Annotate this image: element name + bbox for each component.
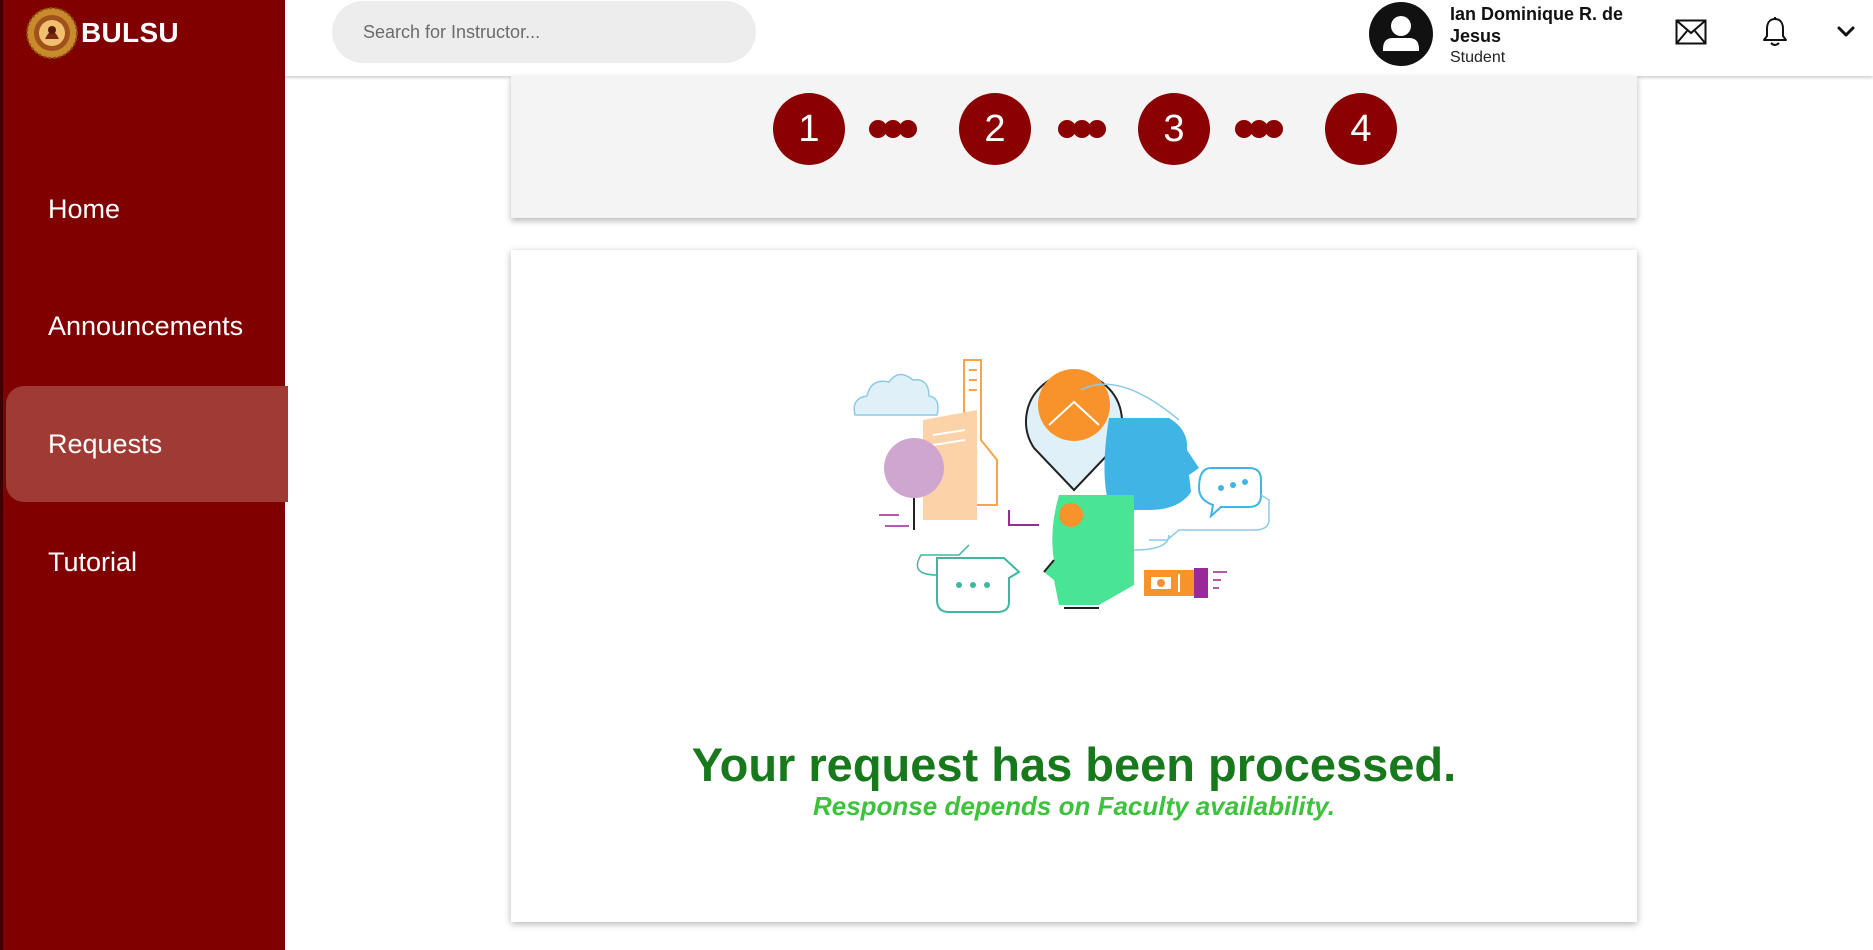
bulsu-logo-icon — [26, 7, 78, 59]
step-connector-dots — [1058, 120, 1106, 138]
step-3: 3 — [1138, 93, 1210, 165]
step-connector-dots — [869, 120, 917, 138]
result-subtitle: Response depends on Faculty availability… — [812, 791, 1336, 821]
step-1: 1 — [773, 93, 845, 165]
user-icon — [1383, 16, 1419, 51]
user-role: Student — [1450, 49, 1506, 66]
mail-icon[interactable] — [1671, 12, 1711, 52]
sidebar-item-label: Requests — [48, 428, 163, 459]
step-2: 2 — [959, 93, 1031, 165]
brand[interactable]: BULSU — [25, 5, 179, 61]
search-input[interactable] — [332, 1, 756, 63]
sidebar-item-home[interactable]: Home — [6, 151, 288, 267]
top-header: Ian Dominique R. de Jesus Student — [285, 0, 1873, 76]
sidebar-item-tutorial[interactable]: Tutorial — [6, 504, 288, 620]
step-4: 4 — [1325, 93, 1397, 165]
result-title: Your request has been processed. — [691, 738, 1457, 791]
user-name: Ian Dominique R. de Jesus — [1450, 4, 1624, 46]
step-connector-dots — [1235, 120, 1283, 138]
sidebar-item-label: Tutorial — [48, 546, 138, 577]
sidebar: BULSU Home Announcements Requests Tutori… — [0, 0, 288, 950]
brand-name: BULSU — [81, 17, 179, 48]
sidebar-item-requests[interactable]: Requests — [6, 386, 288, 502]
steps-panel: 1 2 3 4 — [511, 76, 1637, 218]
chevron-down-icon[interactable] — [1826, 12, 1866, 52]
bell-icon[interactable] — [1755, 12, 1795, 52]
request-result-card: Your request has been processed. Respons… — [511, 250, 1637, 922]
sidebar-item-announcements[interactable]: Announcements — [6, 268, 288, 384]
avatar[interactable] — [1369, 2, 1433, 66]
sidebar-item-label: Announcements — [48, 310, 244, 341]
sidebar-item-label: Home — [48, 193, 121, 224]
communication-illustration — [853, 359, 1270, 613]
